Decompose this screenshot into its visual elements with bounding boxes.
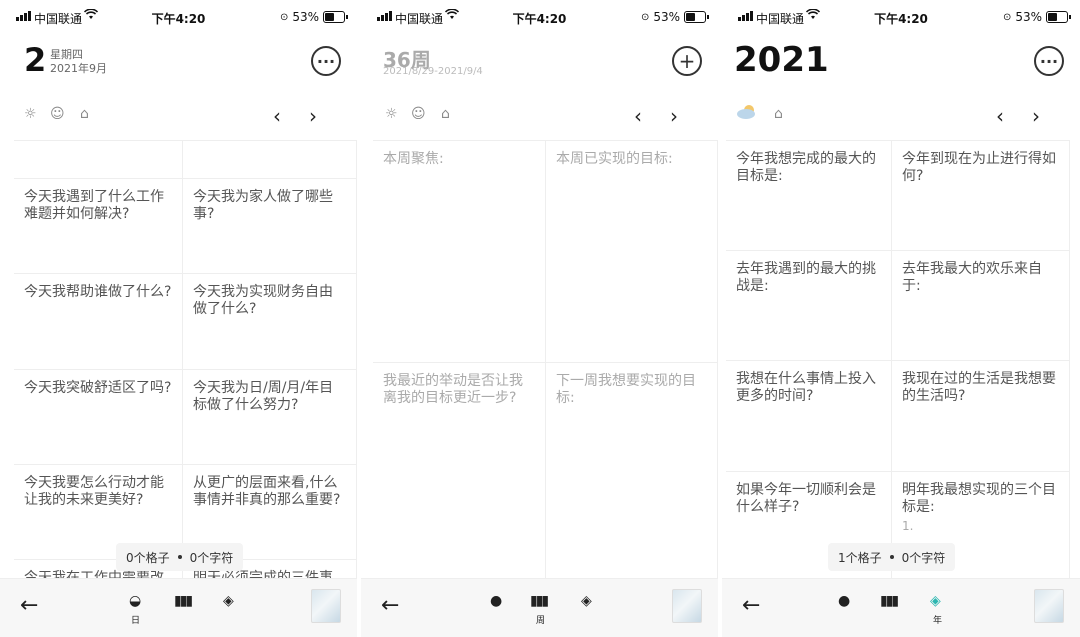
next-icon[interactable]: › bbox=[1032, 104, 1040, 128]
sun-icon[interactable]: ☼ bbox=[24, 106, 37, 122]
battery-icon bbox=[684, 11, 709, 23]
layers-icon[interactable]: ◈ bbox=[581, 593, 592, 609]
day-number: 2 bbox=[24, 41, 47, 79]
list-marker: 1. bbox=[902, 519, 914, 533]
battery-percent: 53% bbox=[292, 10, 319, 24]
back-icon[interactable]: ← bbox=[742, 593, 760, 618]
week-icon[interactable]: ▮▮▮ bbox=[880, 593, 899, 609]
toolbar: ☼ ☺ ⌂ ‹ › bbox=[383, 104, 696, 128]
tab-day-label: 日 bbox=[131, 616, 141, 626]
tab-year-label: 年 bbox=[933, 616, 943, 626]
grid-cell[interactable]: 下一周我想要实现的目标: bbox=[546, 362, 718, 579]
week-icon: ▮▮▮ bbox=[530, 593, 549, 609]
cell-count: 0个格子 bbox=[126, 550, 170, 565]
day-panel: 中国联通 下午4:20 ⊙ 53% 2 星期四 2021年9月 ··· ☼ ☺ … bbox=[0, 0, 357, 637]
tab-day[interactable]: ◒ bbox=[129, 593, 141, 609]
grid-cell[interactable]: 去年我遇到的最大的挑战是: bbox=[726, 250, 892, 360]
next-icon[interactable]: › bbox=[670, 104, 678, 128]
rotation-lock-icon: ⊙ bbox=[640, 11, 650, 23]
prompt-grid: 今年我想完成的最大的目标是: 今年到现在为止进行得如何? 去年我遇到的最大的挑战… bbox=[726, 140, 1080, 579]
more-button[interactable]: ··· bbox=[311, 46, 341, 76]
counter-pill: 1个格子 0个字符 bbox=[828, 543, 956, 571]
char-count: 0个字符 bbox=[189, 550, 234, 565]
grid-cell[interactable]: 今天我帮助谁做了什么? bbox=[14, 273, 183, 369]
grid-cell[interactable]: 本周聚焦: bbox=[373, 140, 546, 362]
grid-cell[interactable]: 今天我为日/周/月/年目标做了什么努力? bbox=[183, 369, 357, 464]
grid-cell[interactable] bbox=[14, 140, 183, 178]
week-icon[interactable]: ▮▮▮ bbox=[174, 593, 193, 609]
grid-cell[interactable]: 今天我为实现财务自由做了什么? bbox=[183, 273, 357, 369]
month-label: 2021年9月 bbox=[50, 62, 107, 75]
toolbar: ⌂ ‹ › bbox=[736, 104, 1058, 128]
cell-count: 1个格子 bbox=[838, 550, 882, 565]
next-icon[interactable]: › bbox=[309, 104, 317, 128]
tag-icon[interactable]: ⌂ bbox=[80, 106, 89, 122]
back-icon[interactable]: ← bbox=[20, 593, 38, 618]
status-bar: 中国联通 下午4:20 ⊙ 53% bbox=[722, 0, 1080, 34]
separator-dot bbox=[177, 555, 182, 559]
day-icon[interactable]: ● bbox=[490, 593, 502, 609]
layers-icon: ◈ bbox=[930, 593, 941, 609]
grid-cell[interactable]: 我最近的举动是否让我离我的目标更近一步? bbox=[373, 362, 546, 579]
status-bar: 中国联通 下午4:20 ⊙ 53% bbox=[361, 0, 718, 34]
smile-icon[interactable]: ☺ bbox=[50, 106, 65, 122]
layers-icon[interactable]: ◈ bbox=[223, 593, 234, 609]
week-range: 2021/8/29-2021/9/4 bbox=[383, 66, 483, 77]
add-icon: + bbox=[678, 49, 696, 73]
year-title: 2021 bbox=[734, 40, 829, 80]
smile-icon[interactable]: ☺ bbox=[411, 106, 426, 122]
thumbnail-image[interactable] bbox=[1034, 589, 1064, 623]
grid-cell[interactable] bbox=[183, 140, 357, 178]
battery-icon bbox=[1046, 11, 1071, 23]
prev-icon[interactable]: ‹ bbox=[634, 104, 642, 128]
tag-icon[interactable]: ⌂ bbox=[774, 106, 783, 122]
grid-cell[interactable]: 我现在过的生活是我想要的生活吗? bbox=[892, 360, 1070, 471]
more-button[interactable]: ··· bbox=[1034, 46, 1064, 76]
grid-cell[interactable]: 今年我想完成的最大的目标是: bbox=[726, 140, 892, 250]
battery-percent: 53% bbox=[1015, 10, 1042, 24]
prev-icon[interactable]: ‹ bbox=[273, 104, 281, 128]
grid-cell[interactable]: 今年到现在为止进行得如何? bbox=[892, 140, 1070, 250]
add-button[interactable]: + bbox=[672, 46, 702, 76]
thumbnail-image[interactable] bbox=[311, 589, 341, 623]
rotation-lock-icon: ⊙ bbox=[279, 11, 289, 23]
bottom-bar: ← ● ▮▮▮ ◈ 年 bbox=[722, 578, 1080, 637]
separator-dot bbox=[889, 555, 894, 559]
bottom-bar: ← ● ▮▮▮ 周 ◈ bbox=[361, 578, 718, 637]
rotation-lock-icon: ⊙ bbox=[1002, 11, 1012, 23]
prompt-grid: 今天我遇到了什么工作难题并如何解决? 今天我为家人做了哪些事? 今天我帮助谁做了… bbox=[14, 140, 357, 599]
weather-icon[interactable] bbox=[736, 104, 758, 124]
more-icon: ··· bbox=[316, 51, 336, 71]
tab-week[interactable]: ▮▮▮ bbox=[530, 593, 549, 609]
counter-pill: 0个格子 0个字符 bbox=[116, 543, 244, 571]
cell-prompt: 明年我最想实现的三个目标是: bbox=[902, 482, 1056, 515]
thumbnail-image[interactable] bbox=[672, 589, 702, 623]
grid-cell[interactable]: 去年我最大的欢乐来自于: bbox=[892, 250, 1070, 360]
day-icon: ◒ bbox=[129, 593, 142, 609]
more-icon: ··· bbox=[1039, 51, 1059, 71]
back-icon[interactable]: ← bbox=[381, 593, 399, 618]
bottom-bar: ← ◒ 日 ▮▮▮ ◈ bbox=[0, 578, 357, 637]
grid-cell[interactable]: 我想在什么事情上投入更多的时间? bbox=[726, 360, 892, 471]
tab-year[interactable]: ◈ bbox=[930, 593, 941, 609]
grid-cell[interactable]: 今天我为家人做了哪些事? bbox=[183, 178, 357, 273]
prev-icon[interactable]: ‹ bbox=[996, 104, 1004, 128]
char-count: 0个字符 bbox=[901, 550, 946, 565]
battery-percent: 53% bbox=[653, 10, 680, 24]
day-icon[interactable]: ● bbox=[838, 593, 850, 609]
sun-icon[interactable]: ☼ bbox=[385, 106, 398, 122]
toolbar: ☼ ☺ ⌂ ‹ › bbox=[22, 104, 335, 128]
grid-cell[interactable]: 本周已实现的目标: bbox=[546, 140, 718, 362]
prompt-grid: 本周聚焦: 本周已实现的目标: 我最近的举动是否让我离我的目标更近一步? 下一周… bbox=[373, 140, 718, 579]
tab-week-label: 周 bbox=[536, 616, 546, 626]
grid-cell[interactable]: 今天我遇到了什么工作难题并如何解决? bbox=[14, 178, 183, 273]
week-panel: 中国联通 下午4:20 ⊙ 53% 36周 2021/8/29-2021/9/4… bbox=[361, 0, 718, 637]
year-panel: 中国联通 下午4:20 ⊙ 53% 2021 ··· ⌂ ‹ › 今年我想完成的… bbox=[722, 0, 1080, 637]
battery-icon bbox=[323, 11, 348, 23]
status-bar: 中国联通 下午4:20 ⊙ 53% bbox=[0, 0, 357, 34]
tag-icon[interactable]: ⌂ bbox=[441, 106, 450, 122]
grid-cell[interactable]: 今天我突破舒适区了吗? bbox=[14, 369, 183, 464]
